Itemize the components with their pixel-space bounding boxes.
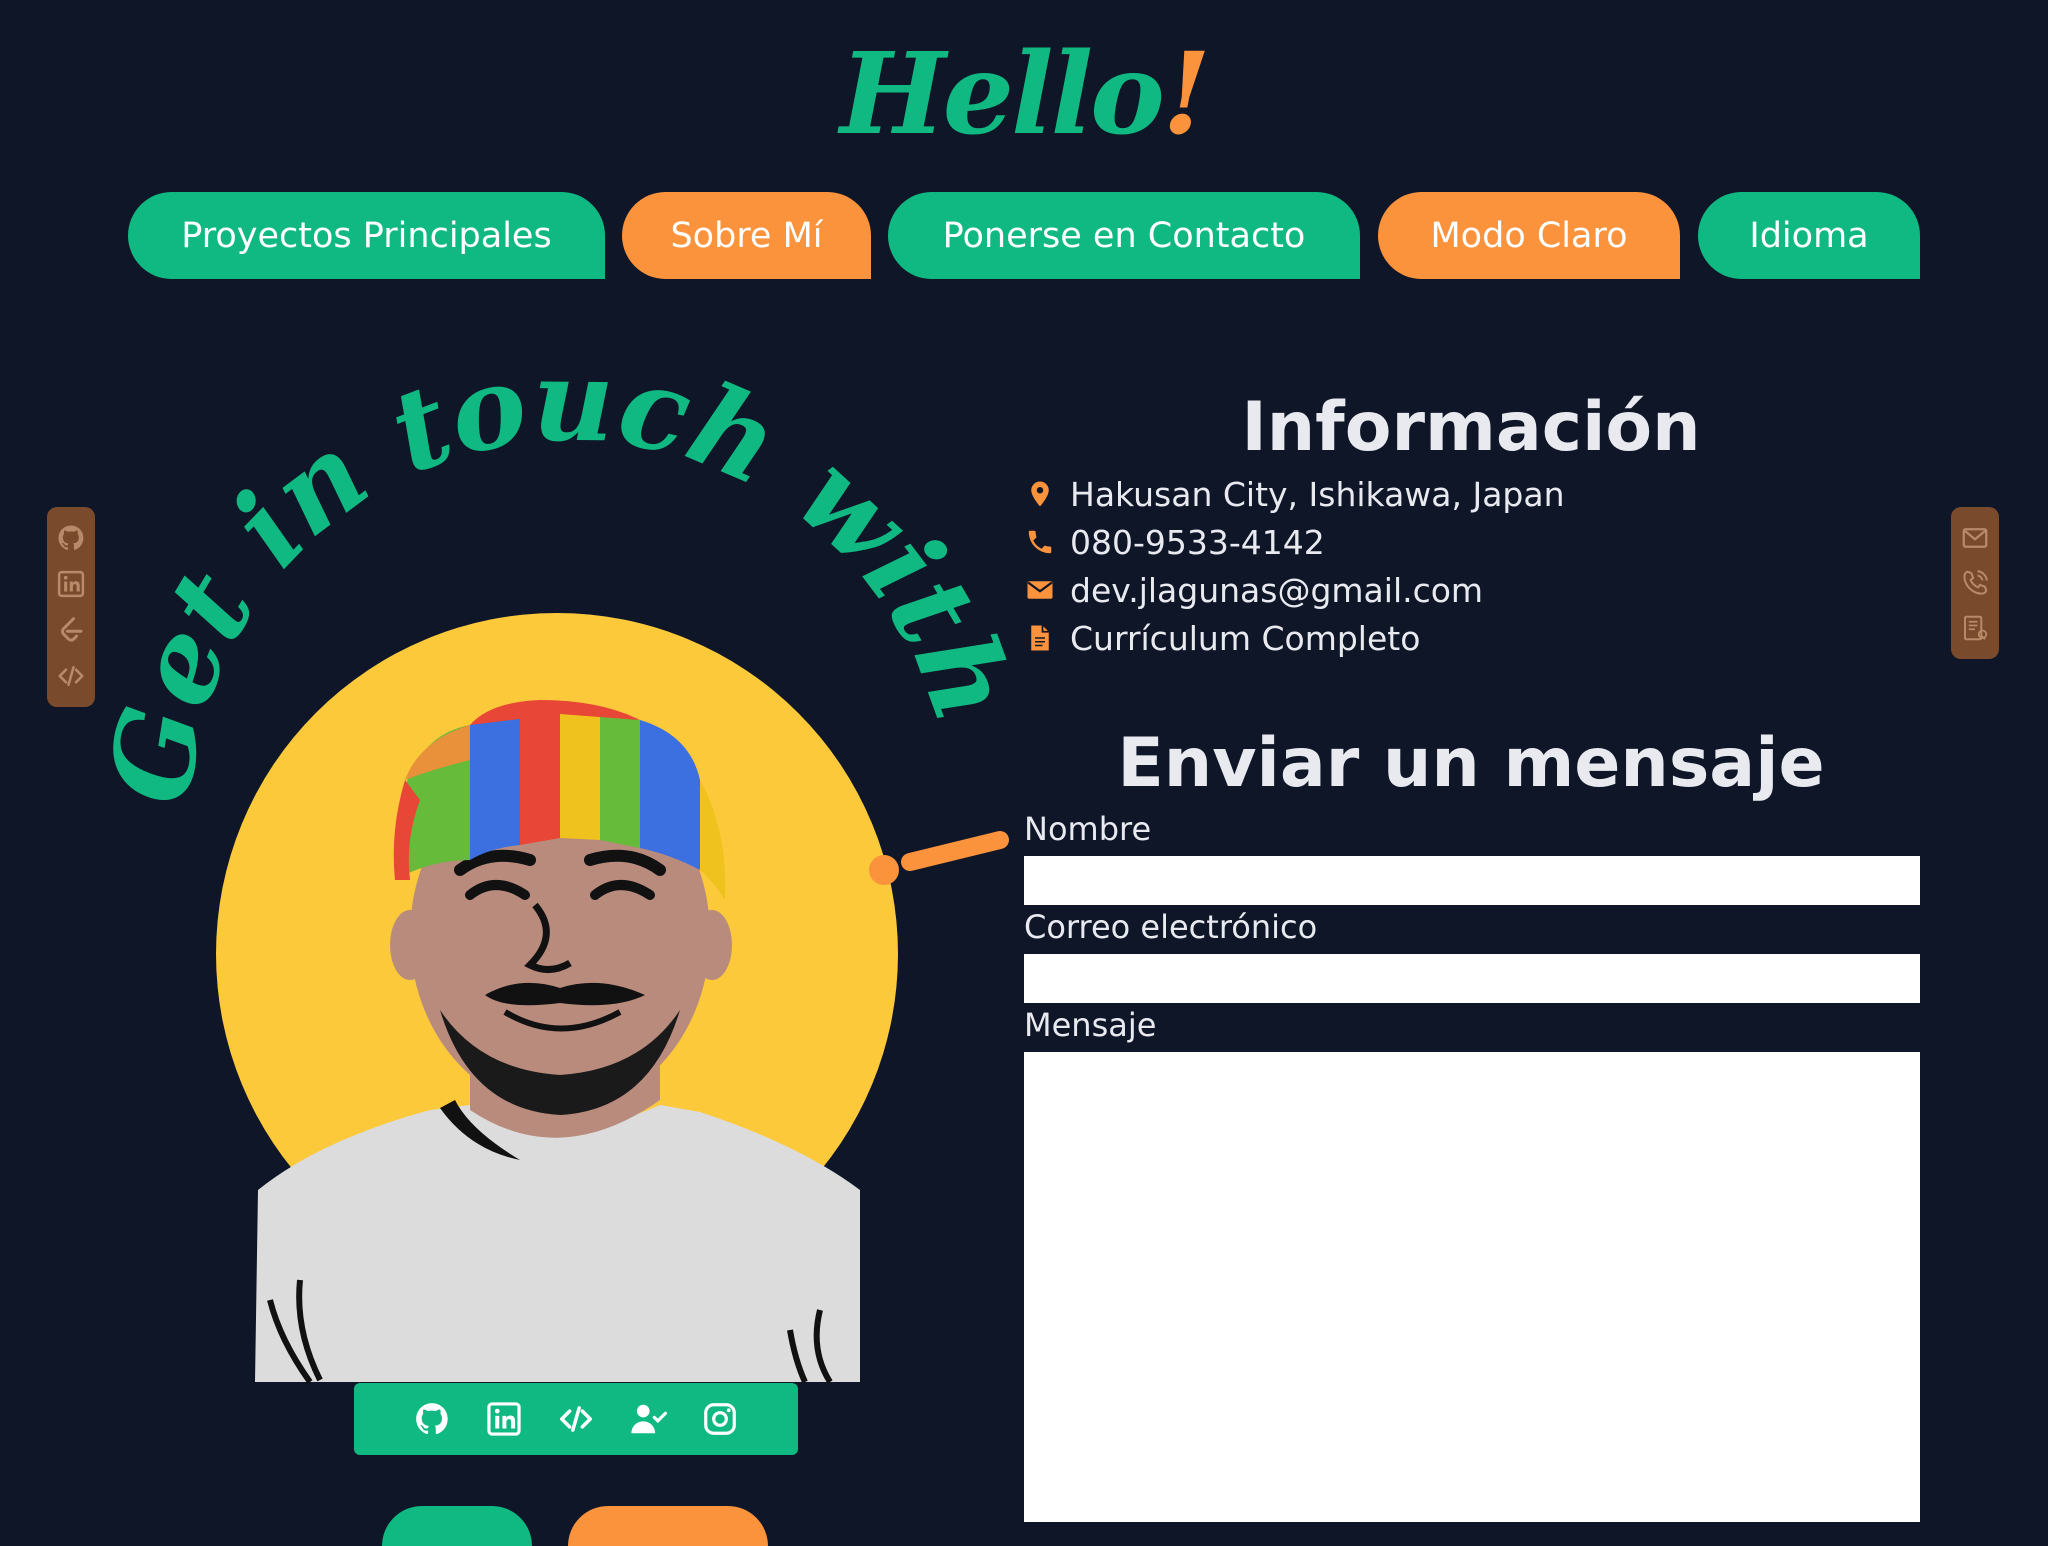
linkedin-icon[interactable]: [482, 1397, 526, 1441]
arc-text-path: Get in touch with me: [0, 0, 1049, 812]
file-icon: [1022, 620, 1058, 656]
arc-text: Get in touch with me: [0, 0, 1049, 812]
bottom-tab-green[interactable]: [382, 1506, 532, 1546]
portrait-ear-right: [692, 910, 732, 980]
message-textarea[interactable]: [1024, 1052, 1920, 1522]
info-heading: Información: [1241, 388, 1701, 467]
info-email-text: dev.jlagunas@gmail.com: [1070, 570, 1484, 610]
user-check-icon[interactable]: [626, 1397, 670, 1441]
info-email[interactable]: dev.jlagunas@gmail.com: [1022, 568, 1483, 612]
info-resume[interactable]: Currículum Completo: [1022, 616, 1420, 660]
portrait-shirt: [255, 1105, 860, 1382]
message-heading: Enviar un mensaje: [1117, 724, 1825, 803]
name-label: Nombre: [1024, 810, 1152, 848]
info-location-text: Hakusan City, Ishikawa, Japan: [1070, 474, 1565, 514]
instagram-icon[interactable]: [698, 1397, 742, 1441]
arc-exclamation-bar: [901, 831, 1009, 871]
portrait-ear-left: [390, 910, 430, 980]
info-location: Hakusan City, Ishikawa, Japan: [1022, 472, 1565, 516]
message-label: Mensaje: [1024, 1006, 1157, 1044]
envelope-icon: [1022, 572, 1058, 608]
bottom-tab-orange[interactable]: [568, 1506, 768, 1546]
info-phone[interactable]: 080-9533-4142: [1022, 520, 1325, 564]
arc-exclamation-dot: [869, 855, 899, 885]
info-resume-text: Currículum Completo: [1070, 618, 1421, 658]
social-links-bar: [354, 1383, 798, 1455]
info-phone-text: 080-9533-4142: [1070, 522, 1325, 562]
email-label: Correo electrónico: [1024, 908, 1318, 946]
github-icon[interactable]: [410, 1397, 454, 1441]
location-pin-icon: [1022, 476, 1058, 512]
name-input[interactable]: [1024, 856, 1920, 905]
phone-icon: [1022, 524, 1058, 560]
code-icon[interactable]: [554, 1397, 598, 1441]
email-input[interactable]: [1024, 954, 1920, 1003]
